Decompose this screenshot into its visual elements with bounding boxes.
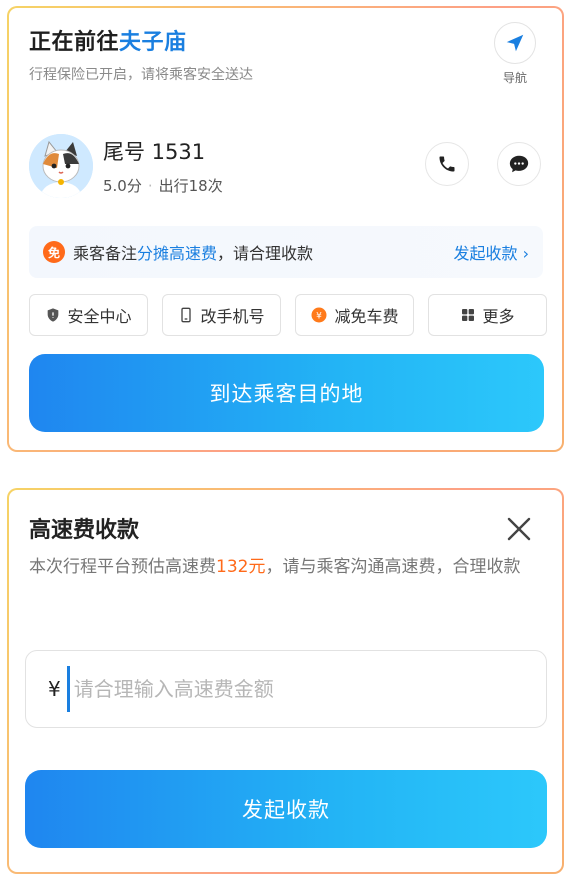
trip-title: 正在前往夫子庙 <box>29 24 187 56</box>
toll-sheet-title: 高速费收款 <box>29 518 140 543</box>
navigation-icon-circle[interactable] <box>494 22 536 64</box>
passenger-stats: 5.0分 · 出行18次 <box>103 175 223 196</box>
chat-bubble-icon <box>509 155 529 173</box>
close-button[interactable] <box>504 514 534 544</box>
quick-actions-row: 安全中心 改手机号 ¥ 减免车费 更多 <box>29 294 547 336</box>
toll-estimate-description: 本次行程平台预估高速费132元，请与乘客沟通高速费，合理收款 <box>29 552 549 582</box>
note-suffix: ，请合理收款 <box>217 244 314 263</box>
passenger-trip-count: 出行18次 <box>158 177 223 195</box>
grid-icon <box>462 309 475 321</box>
shield-icon <box>48 308 59 322</box>
toll-amount-field[interactable]: ¥ <box>25 650 547 728</box>
svg-text:¥: ¥ <box>317 311 323 321</box>
call-passenger-button[interactable] <box>425 142 469 186</box>
passenger-rating: 5.0分 <box>103 177 142 195</box>
passenger-avatar <box>29 134 93 198</box>
fare-waiver-label: 减免车费 <box>334 307 399 326</box>
change-phone-button[interactable]: 改手机号 <box>162 294 281 336</box>
safety-center-button[interactable]: 安全中心 <box>29 294 148 336</box>
desc-suffix: ，请与乘客沟通高速费，合理收款 <box>265 557 521 577</box>
passenger-note-bar: 免 乘客备注分摊高速费，请合理收款 发起收款 › <box>29 226 543 278</box>
change-phone-label: 改手机号 <box>200 307 265 326</box>
phone-icon <box>439 156 455 172</box>
initiate-collection-button[interactable]: 发起收款 <box>25 770 547 848</box>
navigation-label: 导航 <box>502 71 527 85</box>
phone-device-icon <box>181 307 192 323</box>
navigation-button[interactable]: 导航 <box>492 22 538 86</box>
trip-title-prefix: 正在前往 <box>29 30 120 55</box>
trip-card: 正在前往夫子庙 行程保险已开启，请将乘客安全送达 导航 尾号 1531 5.0分… <box>7 6 564 452</box>
more-label: 更多 <box>482 307 515 326</box>
initiate-payment-link[interactable]: 发起收款 › <box>454 240 530 264</box>
desc-prefix: 本次行程平台预估高速费 <box>29 557 216 577</box>
separator-dot: · <box>147 177 153 195</box>
arrive-destination-button[interactable]: 到达乘客目的地 <box>29 354 544 432</box>
close-icon <box>507 517 531 541</box>
destination-name[interactable]: 夫子庙 <box>119 30 187 55</box>
toll-payment-sheet: 高速费收款 本次行程平台预估高速费132元，请与乘客沟通高速费，合理收款 ¥ 发… <box>7 488 564 874</box>
navigation-arrow-icon <box>506 34 524 52</box>
note-prefix: 乘客备注 <box>73 244 138 263</box>
currency-symbol: ¥ <box>48 677 61 701</box>
passenger-tail-number: 尾号 1531 <box>103 140 206 164</box>
more-button[interactable]: 更多 <box>428 294 547 336</box>
cat-avatar-icon <box>29 134 93 198</box>
coin-icon: ¥ <box>311 307 327 323</box>
note-highlight: 分摊高速费 <box>137 244 218 263</box>
toll-amount-input[interactable] <box>73 677 474 701</box>
text-caret <box>66 666 70 712</box>
message-passenger-button[interactable] <box>497 142 541 186</box>
passenger-note-text: 乘客备注分摊高速费，请合理收款 <box>73 240 454 264</box>
insurance-notice: 行程保险已开启，请将乘客安全送达 <box>29 67 253 83</box>
toll-estimate-amount: 132元 <box>216 557 266 577</box>
safety-center-label: 安全中心 <box>67 307 132 326</box>
toll-note-icon: 免 <box>43 241 65 263</box>
fare-waiver-button[interactable]: ¥ 减免车费 <box>295 294 414 336</box>
